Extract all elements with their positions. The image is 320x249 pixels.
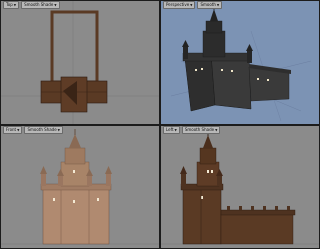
chevron-down-icon: ▼ — [190, 3, 193, 7]
view-dropdown[interactable]: Top ▼ — [3, 1, 20, 9]
chevron-down-icon: ▼ — [215, 128, 218, 132]
viewport-header: Perspective ▼ Smooth ▼ — [161, 1, 224, 9]
viewport-header: Left ▼ Smooth Shade ▼ — [161, 126, 222, 134]
viewport-top[interactable]: Top ▼ Smooth Shade ▼ — [0, 0, 160, 125]
view-dropdown[interactable]: Left ▼ — [163, 126, 180, 134]
view-label: Front — [6, 127, 17, 132]
left-view-scene — [161, 129, 319, 245]
front-view-scene — [1, 129, 159, 245]
chevron-down-icon: ▼ — [174, 128, 177, 132]
viewport-perspective[interactable]: Perspective ▼ Smooth ▼ — [160, 0, 320, 125]
shading-dropdown[interactable]: Smooth Shade ▼ — [21, 1, 60, 9]
viewport-header: Top ▼ Smooth Shade ▼ — [1, 1, 62, 9]
chevron-down-icon: ▼ — [216, 3, 220, 7]
shading-label: Smooth Shade — [27, 127, 57, 132]
shading-label: Smooth Shade — [184, 127, 215, 132]
shading-dropdown[interactable]: Smooth ▼ — [197, 1, 223, 9]
shading-dropdown[interactable]: Smooth Shade ▼ — [24, 126, 63, 134]
view-dropdown[interactable]: Perspective ▼ — [163, 1, 196, 9]
view-dropdown[interactable]: Front ▼ — [3, 126, 23, 134]
top-view-scene — [1, 1, 159, 124]
viewport-front[interactable]: Front ▼ Smooth Shade ▼ — [0, 125, 160, 249]
chevron-down-icon: ▼ — [54, 3, 57, 7]
chevron-down-icon: ▼ — [17, 128, 20, 132]
shading-dropdown[interactable]: Smooth Shade ▼ — [181, 126, 221, 134]
chevron-down-icon: ▼ — [57, 128, 60, 132]
shading-label: Smooth Shade — [24, 2, 54, 7]
shading-label: Smooth — [200, 2, 216, 7]
view-label: Perspective — [166, 2, 190, 7]
view-label: Left — [166, 127, 174, 132]
viewport-left[interactable]: Left ▼ Smooth Shade ▼ — [160, 125, 320, 249]
chevron-down-icon: ▼ — [13, 3, 17, 7]
view-label: Top — [6, 2, 13, 7]
perspective-scene — [170, 4, 312, 122]
viewport-header: Front ▼ Smooth Shade ▼ — [1, 126, 65, 134]
